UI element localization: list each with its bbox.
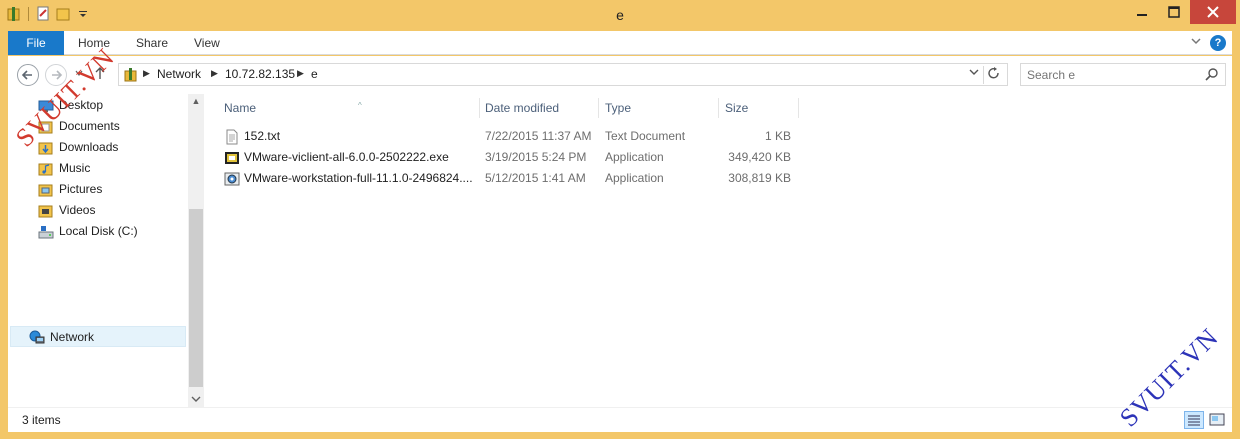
drive-icon [38,224,54,240]
column-label: Size [725,101,749,115]
file-type: Application [605,171,664,185]
search-input[interactable] [1027,67,1197,83]
refresh-icon[interactable] [983,66,1003,84]
file-size: 1 KB [764,129,791,143]
network-icon [29,329,45,345]
status-bar: 3 items [8,407,1232,432]
navigation-pane: Desktop Documents Downloads Music Pictur… [8,94,188,407]
ribbon-tabs: File Home Share View ? [8,31,1232,55]
nav-item-network[interactable]: Network [10,326,186,347]
file-date: 5/12/2015 1:41 AM [485,171,586,185]
up-arrow-icon[interactable] [94,66,106,83]
file-name-cell: VMware-viclient-all-6.0.0-2502222.exe [224,147,484,168]
nav-item-label: Videos [59,203,96,217]
tab-file[interactable]: File [8,31,64,55]
navigation-pane-scrollbar[interactable]: ▲ [188,94,204,407]
tab-share[interactable]: Share [136,31,168,55]
scrollbar-thumb[interactable] [189,209,203,387]
scroll-down-icon[interactable] [188,395,204,405]
window-controls [1126,0,1236,24]
file-row[interactable]: VMware-viclient-all-6.0.0-2502222.exe 3/… [224,147,824,168]
breadcrumb-separator-icon[interactable]: ▶ [211,68,218,79]
column-label: Type [605,101,632,115]
tab-home[interactable]: Home [78,31,110,55]
music-folder-icon [38,161,54,177]
navigation-bar: ▶ Network ▶ 10.72.82.135 ▶ e [8,56,1232,94]
explorer-window: e File Home Share View ? ▶ Network ▶ 10.… [0,0,1240,439]
file-name: VMware-viclient-all-6.0.0-2502222.exe [244,150,449,164]
file-name-cell: 152.txt [224,126,484,147]
maximize-icon[interactable] [1158,0,1190,24]
file-size: 308,819 KB [728,171,791,185]
nav-item-label: Downloads [59,140,119,154]
breadcrumb-folder[interactable]: e [311,67,318,81]
pictures-folder-icon [38,182,54,198]
nav-item-music[interactable]: Music [38,158,90,179]
nav-item-label: Pictures [59,182,103,196]
large-icons-view-button[interactable] [1207,411,1227,429]
column-label: Name [224,101,257,115]
documents-folder-icon [38,119,54,135]
details-view-button[interactable] [1184,411,1204,429]
column-header-type[interactable]: Type [599,98,719,118]
window-title: e [616,7,624,23]
installer-icon [224,171,240,187]
breadcrumb-separator-icon[interactable]: ▶ [143,68,150,79]
nav-item-desktop[interactable]: Desktop [38,95,103,116]
breadcrumb-separator-icon[interactable]: ▶ [297,68,304,79]
forward-button[interactable] [45,64,67,86]
close-icon[interactable] [1190,0,1236,24]
file-name: 152.txt [244,129,281,143]
nav-item-documents[interactable]: Documents [38,116,120,137]
file-date: 3/19/2015 5:24 PM [485,150,587,164]
minimize-icon[interactable] [1126,0,1158,24]
breadcrumb-network[interactable]: Network [157,67,201,81]
column-header-size[interactable]: Size [719,98,799,118]
text-file-icon [224,129,240,145]
nav-item-label: Network [50,329,95,344]
tab-view[interactable]: View [194,31,220,55]
scroll-up-icon[interactable]: ▲ [188,96,204,106]
search-icon[interactable] [1205,67,1219,81]
nav-item-label: Music [59,161,91,175]
file-date: 7/22/2015 11:37 AM [485,129,592,143]
sort-ascending-icon: ^ [358,101,362,110]
file-name-cell: VMware-workstation-full-11.1.0-2496824..… [224,168,484,189]
item-count: 3 items [22,413,61,427]
recent-locations-icon[interactable] [74,68,84,81]
file-row[interactable]: VMware-workstation-full-11.1.0-2496824..… [224,168,824,189]
file-type: Application [605,150,664,164]
nav-item-local-disk[interactable]: Local Disk (C:) [38,221,138,242]
back-button[interactable] [17,64,39,86]
file-row[interactable]: 152.txt 7/22/2015 11:37 AM Text Document… [224,126,824,147]
main-content: Desktop Documents Downloads Music Pictur… [8,94,1232,407]
nav-item-label: Desktop [59,98,104,112]
help-icon[interactable]: ? [1210,35,1226,51]
nav-item-label: Documents [59,119,120,133]
address-bar[interactable]: ▶ Network ▶ 10.72.82.135 ▶ e [118,63,1008,86]
file-list: ^ Name Date modified Type Size 152.txt 7 [204,94,1232,407]
nav-item-videos[interactable]: Videos [38,200,95,221]
downloads-folder-icon [38,140,54,156]
title-bar: e [0,0,1240,31]
breadcrumb-host[interactable]: 10.72.82.135 [225,67,295,81]
nav-item-pictures[interactable]: Pictures [38,179,102,200]
column-header-date[interactable]: Date modified [479,98,599,118]
videos-folder-icon [38,203,54,219]
nav-item-downloads[interactable]: Downloads [38,137,118,158]
column-header-name[interactable]: ^ Name [218,98,480,118]
network-location-icon [123,67,139,83]
file-type: Text Document [605,129,686,143]
column-label: Date modified [485,101,560,115]
application-icon [224,150,240,166]
desktop-folder-icon [38,98,54,114]
nav-item-label: Local Disk (C:) [59,224,138,238]
address-history-icon[interactable] [969,67,979,80]
search-box[interactable] [1020,63,1226,86]
file-size: 349,420 KB [728,150,791,164]
expand-ribbon-icon[interactable] [1190,35,1202,49]
file-name: VMware-workstation-full-11.1.0-2496824..… [244,171,473,185]
